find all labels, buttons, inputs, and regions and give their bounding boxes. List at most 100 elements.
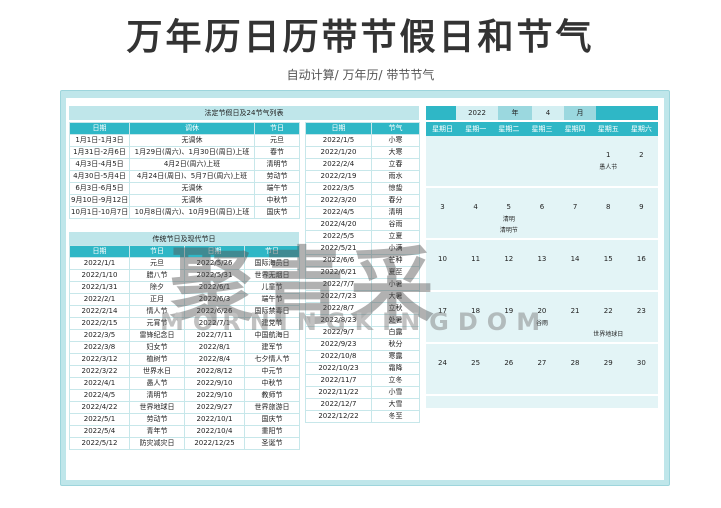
calendar-day[interactable]: 24 xyxy=(426,359,459,367)
calendar-day[interactable]: 10 xyxy=(426,255,459,263)
solar-term-cell[interactable]: 2022/4/20 xyxy=(305,218,372,231)
calendar-day[interactable]: 18 xyxy=(459,307,492,315)
holiday-cell[interactable]: 春节 xyxy=(254,146,300,159)
festival-cell[interactable]: 2022/8/1 xyxy=(184,341,245,354)
solar-term-cell[interactable]: 2022/5/5 xyxy=(305,230,372,243)
calendar-day[interactable]: 30 xyxy=(625,359,658,367)
festival-cell[interactable]: 2022/8/4 xyxy=(184,353,245,366)
calendar-day[interactable]: 9 xyxy=(625,203,658,211)
solar-term-cell[interactable]: 小寒 xyxy=(371,134,420,147)
festival-cell[interactable]: 儿童节 xyxy=(244,281,300,294)
solar-term-cell[interactable]: 立冬 xyxy=(371,374,420,387)
calendar-day[interactable]: 1 xyxy=(592,151,625,159)
festival-cell[interactable]: 雷锋纪念日 xyxy=(129,329,185,342)
solar-term-cell[interactable]: 2022/12/22 xyxy=(305,410,372,423)
festival-cell[interactable]: 2022/3/12 xyxy=(69,353,130,366)
solar-term-cell[interactable]: 立秋 xyxy=(371,302,420,315)
festival-cell[interactable]: 2022/8/12 xyxy=(184,365,245,378)
solar-term-cell[interactable]: 2022/5/21 xyxy=(305,242,372,255)
festival-cell[interactable]: 2022/3/22 xyxy=(69,365,130,378)
solar-term-cell[interactable]: 2022/7/7 xyxy=(305,278,372,291)
festival-cell[interactable]: 国际海员日 xyxy=(244,257,300,270)
holiday-cell[interactable]: 4月3日-4月5日 xyxy=(69,158,130,171)
festival-cell[interactable]: 2022/9/10 xyxy=(184,389,245,402)
solar-term-cell[interactable]: 2022/6/6 xyxy=(305,254,372,267)
solar-term-cell[interactable]: 2022/3/20 xyxy=(305,194,372,207)
solar-term-cell[interactable]: 2022/2/4 xyxy=(305,158,372,171)
festival-cell[interactable]: 妇女节 xyxy=(129,341,185,354)
solar-term-cell[interactable]: 夏至 xyxy=(371,266,420,279)
solar-term-cell[interactable]: 2022/1/20 xyxy=(305,146,372,159)
festival-cell[interactable]: 2022/9/27 xyxy=(184,401,245,414)
festival-cell[interactable]: 建军节 xyxy=(244,341,300,354)
holiday-cell[interactable]: 9月10日-9月12日 xyxy=(69,194,130,207)
festival-cell[interactable]: 中秋节 xyxy=(244,377,300,390)
calendar-day[interactable]: 25 xyxy=(459,359,492,367)
festival-cell[interactable]: 世界旅游日 xyxy=(244,401,300,414)
solar-term-cell[interactable]: 2022/10/23 xyxy=(305,362,372,375)
calendar-day[interactable]: 12 xyxy=(492,255,525,263)
holiday-cell[interactable]: 4月24日(周日)、5月7日(周六)上班 xyxy=(129,170,255,183)
festival-cell[interactable]: 2022/2/15 xyxy=(69,317,130,330)
festival-cell[interactable]: 植树节 xyxy=(129,353,185,366)
festival-cell[interactable]: 2022/6/26 xyxy=(184,305,245,318)
festival-cell[interactable]: 七夕情人节 xyxy=(244,353,300,366)
solar-term-cell[interactable]: 2022/1/5 xyxy=(305,134,372,147)
holiday-cell[interactable]: 国庆节 xyxy=(254,206,300,219)
solar-term-cell[interactable]: 芒种 xyxy=(371,254,420,267)
solar-term-cell[interactable]: 2022/8/23 xyxy=(305,314,372,327)
solar-term-cell[interactable]: 2022/8/7 xyxy=(305,302,372,315)
festival-cell[interactable]: 2022/6/3 xyxy=(184,293,245,306)
solar-term-cell[interactable]: 寒露 xyxy=(371,350,420,363)
festival-cell[interactable]: 2022/2/14 xyxy=(69,305,130,318)
solar-term-cell[interactable]: 谷雨 xyxy=(371,218,420,231)
solar-term-cell[interactable]: 春分 xyxy=(371,194,420,207)
calendar-day[interactable]: 27 xyxy=(525,359,558,367)
holiday-cell[interactable]: 中秋节 xyxy=(254,194,300,207)
festival-cell[interactable]: 教师节 xyxy=(244,389,300,402)
holiday-cell[interactable]: 无调休 xyxy=(129,194,255,207)
festival-cell[interactable]: 2022/5/1 xyxy=(69,413,130,426)
solar-term-cell[interactable]: 2022/11/22 xyxy=(305,386,372,399)
solar-term-cell[interactable]: 小满 xyxy=(371,242,420,255)
solar-term-cell[interactable]: 2022/7/23 xyxy=(305,290,372,303)
holiday-cell[interactable]: 清明节 xyxy=(254,158,300,171)
festival-cell[interactable]: 2022/1/10 xyxy=(69,269,130,282)
festival-cell[interactable]: 2022/5/31 xyxy=(184,269,245,282)
calendar-day[interactable]: 8 xyxy=(592,203,625,211)
solar-term-cell[interactable]: 2022/4/5 xyxy=(305,206,372,219)
calendar-day[interactable]: 16 xyxy=(625,255,658,263)
festival-cell[interactable]: 国庆节 xyxy=(244,413,300,426)
calendar-day[interactable]: 15 xyxy=(592,255,625,263)
calendar-day[interactable]: 3 xyxy=(426,203,459,211)
festival-cell[interactable]: 2022/12/25 xyxy=(184,437,245,450)
holiday-cell[interactable]: 4月2日(周六)上班 xyxy=(129,158,255,171)
solar-term-cell[interactable]: 立夏 xyxy=(371,230,420,243)
solar-term-cell[interactable]: 惊蛰 xyxy=(371,182,420,195)
calendar-day[interactable]: 7 xyxy=(559,203,592,211)
solar-term-cell[interactable]: 2022/2/19 xyxy=(305,170,372,183)
calendar-day[interactable]: 19 xyxy=(492,307,525,315)
festival-cell[interactable]: 2022/3/5 xyxy=(69,329,130,342)
solar-term-cell[interactable]: 小雪 xyxy=(371,386,420,399)
solar-term-cell[interactable]: 2022/6/21 xyxy=(305,266,372,279)
festival-cell[interactable]: 2022/10/1 xyxy=(184,413,245,426)
festival-cell[interactable]: 情人节 xyxy=(129,305,185,318)
holiday-cell[interactable]: 元旦 xyxy=(254,134,300,147)
festival-cell[interactable]: 圣诞节 xyxy=(244,437,300,450)
festival-cell[interactable]: 端午节 xyxy=(244,293,300,306)
calendar-day[interactable]: 5 xyxy=(492,203,525,211)
solar-term-cell[interactable]: 大暑 xyxy=(371,290,420,303)
festival-cell[interactable]: 中国航海日 xyxy=(244,329,300,342)
calendar-day[interactable]: 2 xyxy=(625,151,658,159)
festival-cell[interactable]: 世界无烟日 xyxy=(244,269,300,282)
festival-cell[interactable]: 重阳节 xyxy=(244,425,300,438)
festival-cell[interactable]: 除夕 xyxy=(129,281,185,294)
calendar-day[interactable]: 22 xyxy=(592,307,625,315)
solar-term-cell[interactable]: 2022/10/8 xyxy=(305,350,372,363)
solar-term-cell[interactable]: 白露 xyxy=(371,326,420,339)
festival-cell[interactable]: 愚人节 xyxy=(129,377,185,390)
calendar-day[interactable]: 4 xyxy=(459,203,492,211)
solar-term-cell[interactable]: 2022/9/7 xyxy=(305,326,372,339)
solar-term-cell[interactable]: 大寒 xyxy=(371,146,420,159)
